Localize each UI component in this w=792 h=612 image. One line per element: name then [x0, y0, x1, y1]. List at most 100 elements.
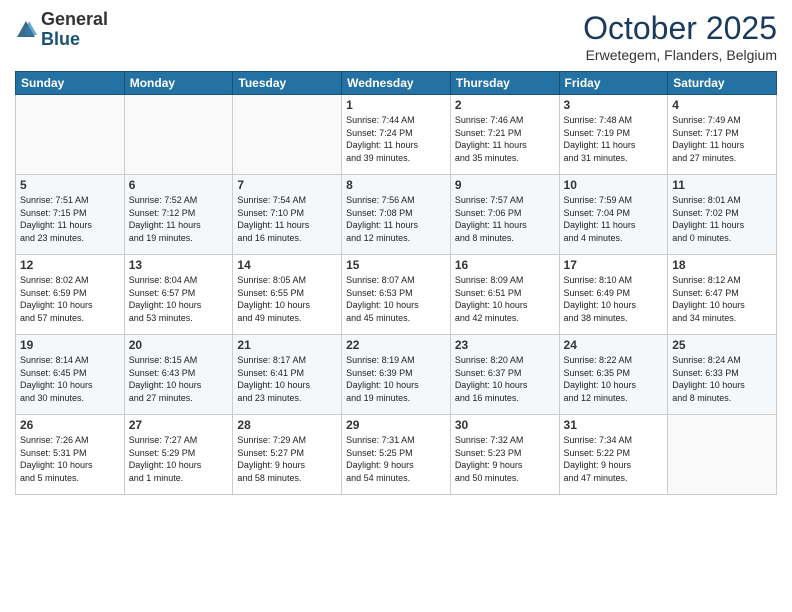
- calendar-cell: 31 Sunrise: 7:34 AM Sunset: 5:22 PM Dayli…: [559, 415, 668, 495]
- day-number: 30: [455, 418, 555, 432]
- calendar-cell: 6 Sunrise: 7:52 AM Sunset: 7:12 PM Daylig…: [124, 175, 233, 255]
- calendar-cell: 25 Sunrise: 8:24 AM Sunset: 6:33 PM Dayli…: [668, 335, 777, 415]
- day-info: Sunrise: 8:07 AM Sunset: 6:53 PM Dayligh…: [346, 274, 446, 324]
- day-info: Sunrise: 8:10 AM Sunset: 6:49 PM Dayligh…: [564, 274, 664, 324]
- calendar-cell: 18 Sunrise: 8:12 AM Sunset: 6:47 PM Dayli…: [668, 255, 777, 335]
- day-number: 25: [672, 338, 772, 352]
- col-saturday: Saturday: [668, 72, 777, 95]
- day-number: 9: [455, 178, 555, 192]
- day-number: 12: [20, 258, 120, 272]
- col-monday: Monday: [124, 72, 233, 95]
- day-info: Sunrise: 7:46 AM Sunset: 7:21 PM Dayligh…: [455, 114, 555, 164]
- day-number: 17: [564, 258, 664, 272]
- calendar-cell: 20 Sunrise: 8:15 AM Sunset: 6:43 PM Dayli…: [124, 335, 233, 415]
- day-number: 14: [237, 258, 337, 272]
- calendar-cell: [233, 95, 342, 175]
- day-number: 2: [455, 98, 555, 112]
- day-number: 28: [237, 418, 337, 432]
- col-tuesday: Tuesday: [233, 72, 342, 95]
- calendar-cell: 22 Sunrise: 8:19 AM Sunset: 6:39 PM Dayli…: [342, 335, 451, 415]
- day-info: Sunrise: 7:31 AM Sunset: 5:25 PM Dayligh…: [346, 434, 446, 484]
- calendar-cell: 23 Sunrise: 8:20 AM Sunset: 6:37 PM Dayli…: [450, 335, 559, 415]
- day-info: Sunrise: 7:48 AM Sunset: 7:19 PM Dayligh…: [564, 114, 664, 164]
- logo-general: General: [41, 9, 108, 29]
- page-container: General Blue October 2025 Erwetegem, Fla…: [0, 0, 792, 505]
- month-title: October 2025: [583, 10, 777, 47]
- calendar-cell: 3 Sunrise: 7:48 AM Sunset: 7:19 PM Daylig…: [559, 95, 668, 175]
- day-number: 22: [346, 338, 446, 352]
- calendar-week-4: 26 Sunrise: 7:26 AM Sunset: 5:31 PM Dayli…: [16, 415, 777, 495]
- day-info: Sunrise: 7:54 AM Sunset: 7:10 PM Dayligh…: [237, 194, 337, 244]
- calendar-week-2: 12 Sunrise: 8:02 AM Sunset: 6:59 PM Dayli…: [16, 255, 777, 335]
- day-info: Sunrise: 8:09 AM Sunset: 6:51 PM Dayligh…: [455, 274, 555, 324]
- calendar-cell: 30Sunrise: 7:32 AM Sunset: 5:23 PM Dayli…: [450, 415, 559, 495]
- calendar-cell: 5Sunrise: 7:51 AM Sunset: 7:15 PM Daylig…: [16, 175, 125, 255]
- calendar-cell: 9 Sunrise: 7:57 AM Sunset: 7:06 PM Daylig…: [450, 175, 559, 255]
- calendar-week-3: 19 Sunrise: 8:14 AM Sunset: 6:45 PM Dayli…: [16, 335, 777, 415]
- day-info: Sunrise: 7:34 AM Sunset: 5:22 PM Dayligh…: [564, 434, 664, 484]
- day-info: Sunrise: 8:15 AM Sunset: 6:43 PM Dayligh…: [129, 354, 229, 404]
- calendar-body: 1 Sunrise: 7:44 AM Sunset: 7:24 PM Daylig…: [16, 95, 777, 495]
- calendar-cell: 1 Sunrise: 7:44 AM Sunset: 7:24 PM Daylig…: [342, 95, 451, 175]
- logo: General Blue: [15, 10, 108, 50]
- day-number: 18: [672, 258, 772, 272]
- calendar-cell: 29 Sunrise: 7:31 AM Sunset: 5:25 PM Dayli…: [342, 415, 451, 495]
- logo-text: General Blue: [41, 10, 108, 50]
- calendar-cell: [16, 95, 125, 175]
- day-info: Sunrise: 7:52 AM Sunset: 7:12 PM Dayligh…: [129, 194, 229, 244]
- calendar-cell: 10Sunrise: 7:59 AM Sunset: 7:04 PM Dayli…: [559, 175, 668, 255]
- calendar-cell: 21Sunrise: 8:17 AM Sunset: 6:41 PM Dayli…: [233, 335, 342, 415]
- day-info: Sunrise: 8:02 AM Sunset: 6:59 PM Dayligh…: [20, 274, 120, 324]
- day-info: Sunrise: 7:26 AM Sunset: 5:31 PM Dayligh…: [20, 434, 120, 484]
- day-number: 23: [455, 338, 555, 352]
- day-number: 3: [564, 98, 664, 112]
- day-info: Sunrise: 8:14 AM Sunset: 6:45 PM Dayligh…: [20, 354, 120, 404]
- day-info: Sunrise: 7:49 AM Sunset: 7:17 PM Dayligh…: [672, 114, 772, 164]
- day-number: 27: [129, 418, 229, 432]
- day-number: 19: [20, 338, 120, 352]
- day-info: Sunrise: 7:27 AM Sunset: 5:29 PM Dayligh…: [129, 434, 229, 484]
- day-info: Sunrise: 8:01 AM Sunset: 7:02 PM Dayligh…: [672, 194, 772, 244]
- day-info: Sunrise: 8:22 AM Sunset: 6:35 PM Dayligh…: [564, 354, 664, 404]
- calendar-cell: 27 Sunrise: 7:27 AM Sunset: 5:29 PM Dayli…: [124, 415, 233, 495]
- calendar-cell: 24 Sunrise: 8:22 AM Sunset: 6:35 PM Dayli…: [559, 335, 668, 415]
- day-info: Sunrise: 8:19 AM Sunset: 6:39 PM Dayligh…: [346, 354, 446, 404]
- day-number: 13: [129, 258, 229, 272]
- calendar-cell: 4 Sunrise: 7:49 AM Sunset: 7:17 PM Daylig…: [668, 95, 777, 175]
- calendar-table: Sunday Monday Tuesday Wednesday Thursday…: [15, 71, 777, 495]
- calendar-cell: 15 Sunrise: 8:07 AM Sunset: 6:53 PM Dayli…: [342, 255, 451, 335]
- day-number: 7: [237, 178, 337, 192]
- day-info: Sunrise: 8:04 AM Sunset: 6:57 PM Dayligh…: [129, 274, 229, 324]
- calendar-week-0: 1 Sunrise: 7:44 AM Sunset: 7:24 PM Daylig…: [16, 95, 777, 175]
- calendar-cell: 26 Sunrise: 7:26 AM Sunset: 5:31 PM Dayli…: [16, 415, 125, 495]
- calendar-cell: 16Sunrise: 8:09 AM Sunset: 6:51 PM Dayli…: [450, 255, 559, 335]
- day-number: 24: [564, 338, 664, 352]
- day-number: 6: [129, 178, 229, 192]
- day-info: Sunrise: 7:56 AM Sunset: 7:08 PM Dayligh…: [346, 194, 446, 244]
- day-info: Sunrise: 8:24 AM Sunset: 6:33 PM Dayligh…: [672, 354, 772, 404]
- day-number: 4: [672, 98, 772, 112]
- calendar-cell: [124, 95, 233, 175]
- calendar-cell: 2 Sunrise: 7:46 AM Sunset: 7:21 PM Daylig…: [450, 95, 559, 175]
- day-number: 5: [20, 178, 120, 192]
- day-number: 29: [346, 418, 446, 432]
- day-number: 20: [129, 338, 229, 352]
- day-info: Sunrise: 7:57 AM Sunset: 7:06 PM Dayligh…: [455, 194, 555, 244]
- header-row: Sunday Monday Tuesday Wednesday Thursday…: [16, 72, 777, 95]
- calendar-cell: 13 Sunrise: 8:04 AM Sunset: 6:57 PM Dayli…: [124, 255, 233, 335]
- logo-icon: [15, 19, 37, 41]
- day-number: 31: [564, 418, 664, 432]
- day-number: 15: [346, 258, 446, 272]
- day-number: 11: [672, 178, 772, 192]
- day-info: Sunrise: 8:12 AM Sunset: 6:47 PM Dayligh…: [672, 274, 772, 324]
- day-info: Sunrise: 8:05 AM Sunset: 6:55 PM Dayligh…: [237, 274, 337, 324]
- day-info: Sunrise: 7:44 AM Sunset: 7:24 PM Dayligh…: [346, 114, 446, 164]
- calendar-cell: 11 Sunrise: 8:01 AM Sunset: 7:02 PM Dayli…: [668, 175, 777, 255]
- day-number: 26: [20, 418, 120, 432]
- col-sunday: Sunday: [16, 72, 125, 95]
- day-info: Sunrise: 8:20 AM Sunset: 6:37 PM Dayligh…: [455, 354, 555, 404]
- calendar-cell: 8Sunrise: 7:56 AM Sunset: 7:08 PM Daylig…: [342, 175, 451, 255]
- day-number: 1: [346, 98, 446, 112]
- location-subtitle: Erwetegem, Flanders, Belgium: [583, 47, 777, 63]
- day-info: Sunrise: 8:17 AM Sunset: 6:41 PM Dayligh…: [237, 354, 337, 404]
